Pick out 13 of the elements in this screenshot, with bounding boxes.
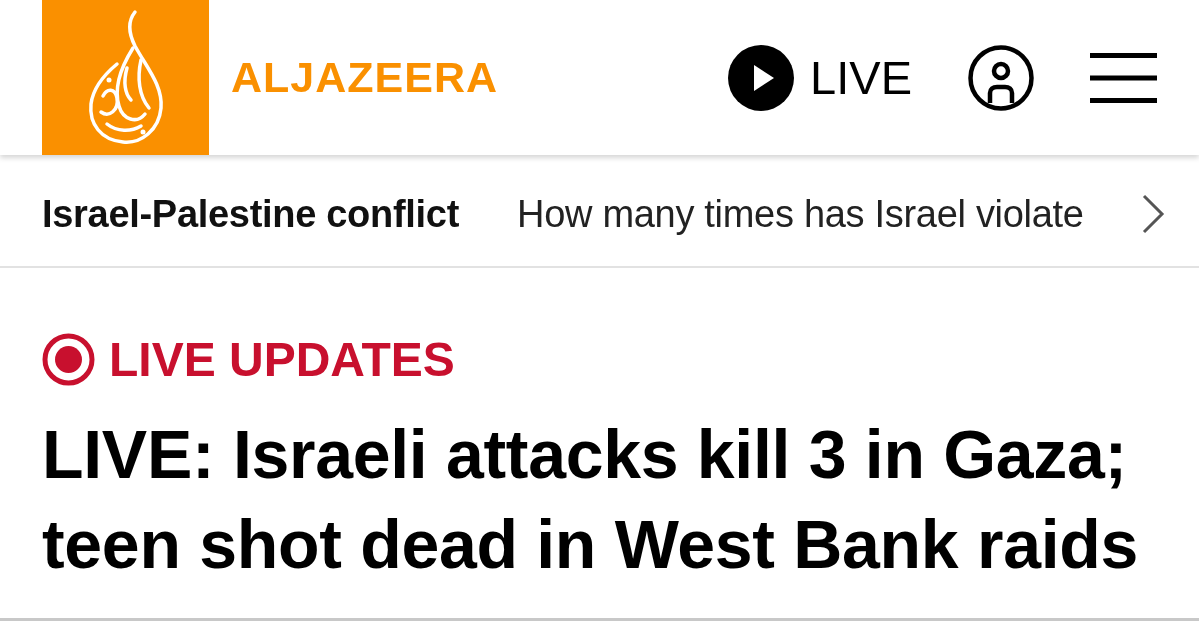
menu-icon xyxy=(1090,52,1157,103)
chevron-right-icon[interactable] xyxy=(1141,194,1165,234)
headline-link[interactable]: How many times has Israel violate xyxy=(517,192,1141,236)
live-dot-icon xyxy=(42,333,95,386)
account-button[interactable] xyxy=(968,44,1034,111)
live-updates-label: LIVE UPDATES xyxy=(109,332,455,387)
article-title: LIVE: Israeli attacks kill 3 in Gaza; teen shot dead in West Bank raids xyxy=(42,415,1139,584)
topic-link[interactable]: Israel-Palestine conflict xyxy=(42,192,459,236)
live-button[interactable]: LIVE xyxy=(728,44,912,111)
user-icon xyxy=(968,44,1034,111)
play-icon xyxy=(728,44,795,111)
brand-name: ALJAZEERA xyxy=(231,53,499,102)
menu-button[interactable] xyxy=(1090,52,1157,103)
